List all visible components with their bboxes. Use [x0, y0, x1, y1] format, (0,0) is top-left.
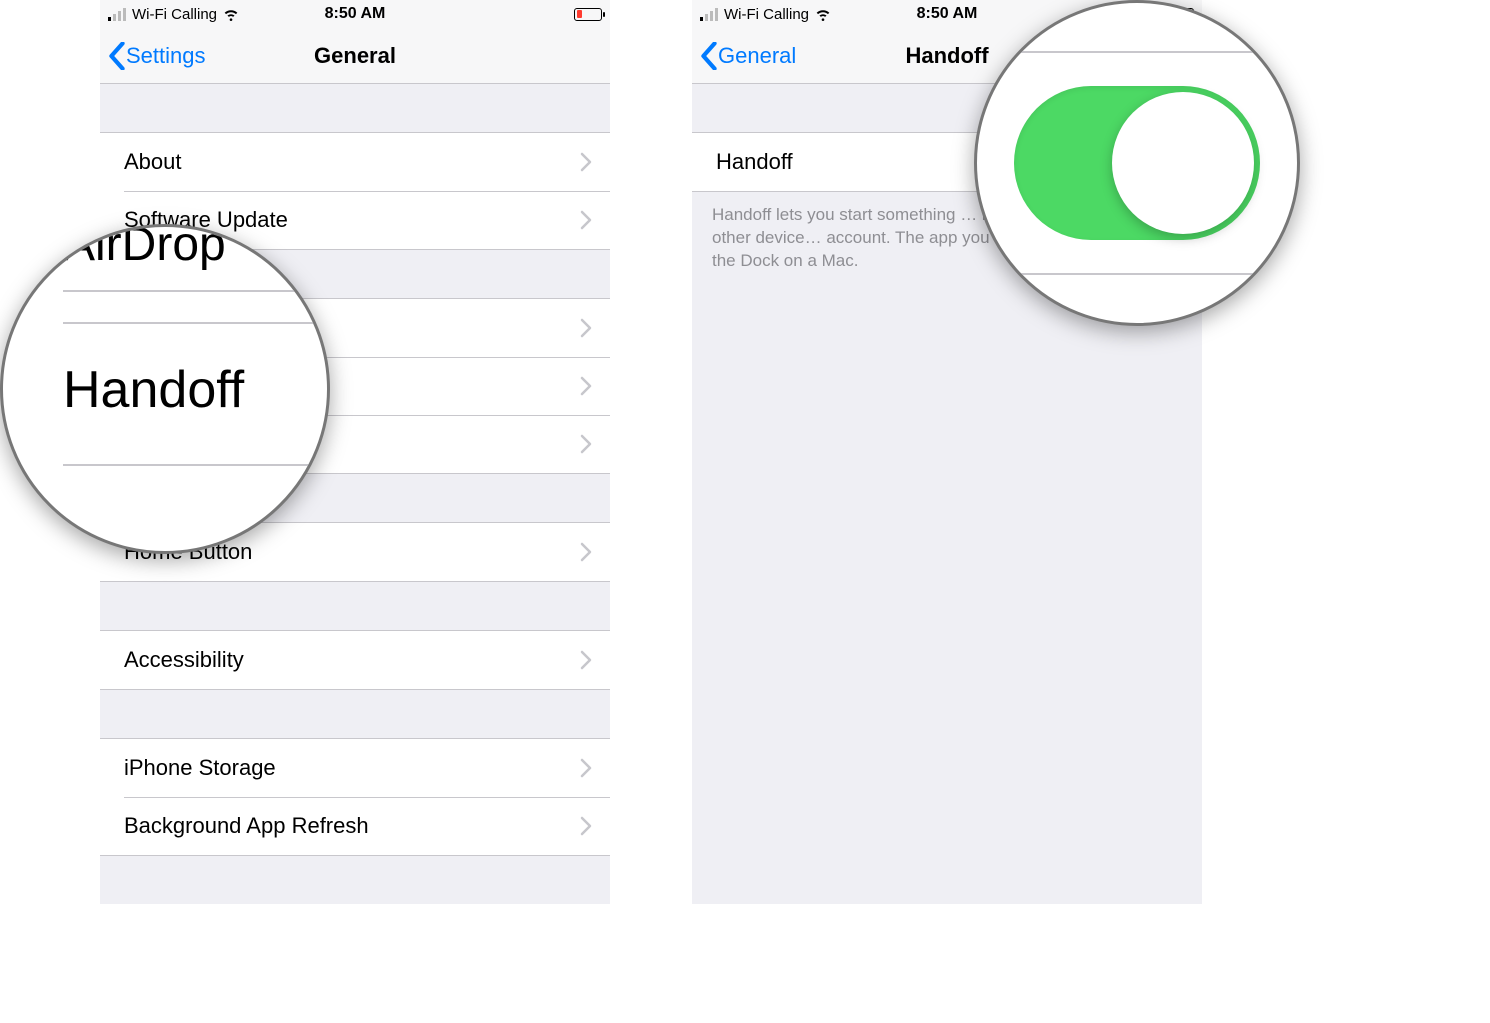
group-spacer	[100, 856, 610, 904]
list-group: Accessibility	[100, 630, 610, 690]
chevron-right-icon	[580, 210, 592, 230]
row-label: About	[124, 149, 580, 175]
chevron-right-icon	[580, 542, 592, 562]
magnifier-toggle	[974, 0, 1300, 326]
row-label: iPhone Storage	[124, 755, 580, 781]
chevron-right-icon	[580, 650, 592, 670]
chevron-right-icon	[580, 376, 592, 396]
row-accessibility[interactable]: Accessibility	[100, 631, 610, 689]
magnifier-handoff-row: AirDrop Handoff	[0, 224, 330, 554]
page-title: General	[100, 43, 610, 69]
battery-low-icon	[574, 8, 602, 21]
chevron-right-icon	[580, 758, 592, 778]
magnified-label-airdrop: AirDrop	[3, 224, 327, 290]
magnified-label-handoff: Handoff	[3, 324, 327, 438]
chevron-right-icon	[580, 816, 592, 836]
list-group: iPhone Storage Background App Refresh	[100, 738, 610, 856]
group-spacer	[100, 84, 610, 132]
chevron-right-icon	[580, 318, 592, 338]
row-label: Accessibility	[124, 647, 580, 673]
row-about[interactable]: About	[100, 133, 610, 191]
status-bar: Wi-Fi Calling 8:50 AM	[100, 0, 610, 28]
separator	[63, 464, 327, 466]
chevron-right-icon	[580, 434, 592, 454]
separator	[999, 273, 1275, 275]
handoff-toggle-zoomed[interactable]	[1014, 86, 1260, 240]
group-spacer	[100, 690, 610, 738]
chevron-right-icon	[580, 152, 592, 172]
nav-bar: Settings General	[100, 28, 610, 84]
row-background-app-refresh[interactable]: Background App Refresh	[100, 797, 610, 855]
row-label: Background App Refresh	[124, 813, 580, 839]
row-iphone-storage[interactable]: iPhone Storage	[100, 739, 610, 797]
group-spacer	[100, 582, 610, 630]
status-time: 8:50 AM	[100, 5, 610, 23]
